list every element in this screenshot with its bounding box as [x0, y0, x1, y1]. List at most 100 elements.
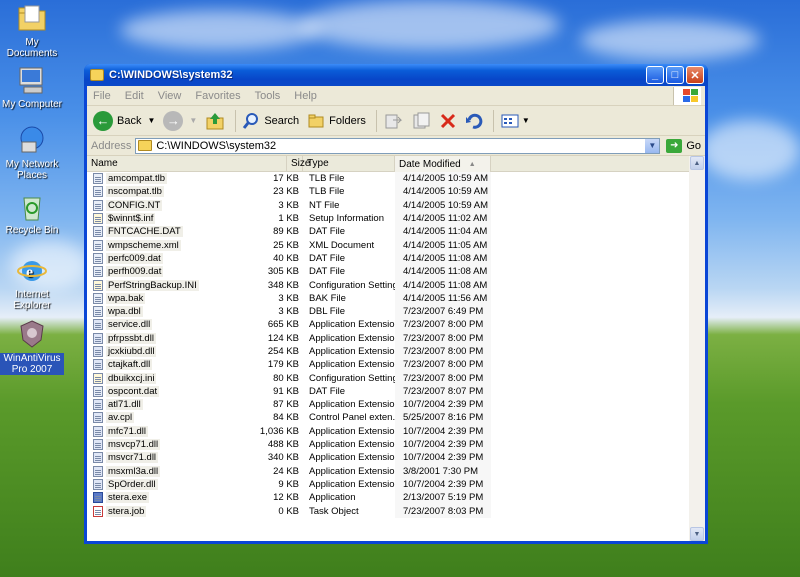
file-date: 7/23/2007 8:03 PM	[395, 504, 491, 518]
desktop-icon-recycle-bin[interactable]: Recycle Bin	[0, 190, 64, 236]
file-name-cell: jcxkiubd.dll	[87, 346, 219, 357]
file-dll-icon	[93, 399, 103, 411]
column-name[interactable]: Name	[87, 156, 287, 172]
file-row[interactable]: $winnt$.inf 1 KB Setup Information 4/14/200…	[87, 211, 689, 226]
desktop-icon-label: Recycle Bin	[5, 225, 59, 236]
desktop-icon-label: My Network Places	[5, 159, 59, 181]
file-row[interactable]: pfrpssbt.dll 124 KB Application Extension 7…	[87, 331, 689, 345]
file-row[interactable]: ospcont.dat 91 KB DAT File 7/23/2007 8:07 P…	[87, 384, 689, 399]
file-name: atl71.dll	[106, 399, 143, 411]
file-row[interactable]: av.cpl 84 KB Control Panel exten... 5/25/20…	[87, 411, 689, 425]
file-type: Configuration Settings	[309, 279, 395, 291]
menu-help[interactable]: Help	[294, 90, 317, 102]
chevron-down-icon: ▼	[521, 116, 530, 125]
file-row[interactable]: PerfStringBackup.INI 348 KB Configuration …	[87, 278, 689, 292]
folder-icon	[90, 69, 104, 81]
back-label: Back	[117, 114, 142, 127]
file-row[interactable]: wpa.dbl 3 KB DBL File 7/23/2007 6:49 PM	[87, 304, 689, 319]
file-date: 7/23/2007 8:00 PM	[395, 371, 491, 385]
file-doc-icon	[93, 186, 103, 198]
file-size: 84 KB	[273, 412, 299, 424]
folders-button[interactable]: Folders	[305, 109, 368, 133]
menu-bar: File Edit View Favorites Tools Help	[87, 86, 705, 106]
address-bar: Address C:\WINDOWS\system32 ▼ ➜ Go	[87, 136, 705, 156]
file-date: 10/7/2004 2:39 PM	[395, 437, 491, 452]
file-name-cell: atl71.dll	[87, 399, 219, 411]
file-dll-icon	[93, 319, 103, 331]
vertical-scrollbar[interactable]: ▲ ▼	[689, 156, 705, 541]
close-button[interactable]: ✕	[686, 66, 704, 84]
file-row[interactable]: service.dll 665 KB Application Extension 7/…	[87, 318, 689, 332]
file-row[interactable]: wmpscheme.xml 25 KB XML Document 4/14/2005 …	[87, 238, 689, 252]
file-row[interactable]: wpa.bak 3 KB BAK File 4/14/2005 11:56 AM	[87, 291, 689, 305]
file-row[interactable]: perfc009.dat 40 KB DAT File 4/14/2005 11:08…	[87, 251, 689, 266]
maximize-button[interactable]: □	[666, 66, 684, 84]
file-row[interactable]: msvcp71.dll 488 KB Application Extension 10…	[87, 437, 689, 452]
scroll-up-icon[interactable]: ▲	[690, 156, 704, 170]
file-row[interactable]: dbuikxcj.ini 80 KB Configuration Settings 7…	[87, 371, 689, 385]
go-button[interactable]: ➜ Go	[666, 138, 701, 153]
up-folder-button[interactable]	[203, 109, 227, 133]
file-row[interactable]: atl71.dll 87 KB Application Extension 10/7/…	[87, 398, 689, 412]
file-dll-icon	[93, 332, 103, 344]
file-row[interactable]: msxml3a.dll 24 KB Application Extension 3/8…	[87, 464, 689, 478]
file-row[interactable]: jcxkiubd.dll 254 KB Application Extension 7…	[87, 344, 689, 359]
delete-button[interactable]	[437, 109, 459, 133]
file-name: pfrpssbt.dll	[106, 332, 156, 344]
file-row[interactable]: msvcr71.dll 340 KB Application Extension 10…	[87, 451, 689, 465]
copy-to-button[interactable]	[409, 109, 433, 133]
column-header: Name Size Type Date Modified ▲	[87, 156, 689, 172]
file-name: $winnt$.inf	[106, 213, 156, 225]
menu-favorites[interactable]: Favorites	[195, 90, 240, 102]
file-name-cell: CONFIG.NT	[87, 199, 219, 211]
undo-button[interactable]	[463, 109, 485, 133]
chevron-down-icon[interactable]: ▼	[189, 116, 197, 125]
file-row[interactable]: ctajkaft.dll 179 KB Application Extension 7…	[87, 358, 689, 372]
file-row[interactable]: FNTCACHE.DAT 89 KB DAT File 4/14/2005 11:04…	[87, 225, 689, 239]
forward-button[interactable]: → ▼	[161, 109, 199, 133]
column-size[interactable]: Size	[287, 156, 310, 172]
file-type: Application Extension	[309, 332, 395, 344]
move-to-button[interactable]	[381, 109, 405, 133]
file-row[interactable]: stera.job 0 KB Task Object 7/23/2007 8:03 P…	[87, 504, 689, 518]
file-row[interactable]: stera.exe 12 KB Application 2/13/2007 5:19 …	[87, 491, 689, 505]
desktop-icon-my-computer[interactable]: My Computer	[0, 64, 64, 110]
file-row[interactable]: CONFIG.NT 3 KB NT File 4/14/2005 10:59 AM	[87, 198, 689, 212]
file-doc-icon	[93, 199, 103, 211]
file-name-cell: stera.job	[87, 505, 219, 517]
desktop-icon-internet-explorer[interactable]: e Internet Explorer	[0, 254, 64, 311]
file-doc-icon	[93, 239, 103, 251]
file-row[interactable]: mfc71.dll 1,036 KB Application Extension 10…	[87, 424, 689, 438]
scroll-down-icon[interactable]: ▼	[690, 527, 704, 541]
file-row[interactable]: perfh009.dat 305 KB DAT File 4/14/2005 11:0…	[87, 265, 689, 279]
column-date-modified[interactable]: Date Modified ▲	[395, 156, 491, 172]
chevron-down-icon[interactable]: ▼	[645, 138, 660, 153]
desktop-icon-my-documents[interactable]: My Documents	[0, 2, 64, 59]
file-size: 23 KB	[273, 186, 299, 198]
file-size: 87 KB	[273, 399, 299, 411]
menu-view[interactable]: View	[158, 90, 182, 102]
menu-file[interactable]: File	[93, 90, 111, 102]
internet-explorer-icon: e	[16, 254, 48, 286]
file-row[interactable]: SpOrder.dll 9 KB Application Extension 10/7…	[87, 477, 689, 492]
title-bar[interactable]: C:\WINDOWS\system32 _ □ ✕	[84, 64, 708, 86]
desktop-icon-winantivirus[interactable]: WinAntiVirus Pro 2007	[0, 318, 64, 375]
search-button[interactable]: Search	[240, 109, 301, 133]
computer-icon	[16, 64, 48, 96]
file-row[interactable]: nscompat.tlb 23 KB TLB File 4/14/2005 10:59…	[87, 185, 689, 199]
menu-tools[interactable]: Tools	[255, 90, 281, 102]
file-name-cell: SpOrder.dll	[87, 478, 219, 490]
desktop-icon-my-network-places[interactable]: My Network Places	[0, 124, 64, 181]
address-field[interactable]: C:\WINDOWS\system32 ▼	[135, 137, 661, 154]
file-dll-icon	[93, 478, 103, 490]
menu-edit[interactable]: Edit	[125, 90, 144, 102]
views-button[interactable]: ▼	[498, 109, 532, 133]
file-row[interactable]: amcompat.tlb 17 KB TLB File 4/14/2005 10:59…	[87, 172, 689, 186]
minimize-button[interactable]: _	[646, 66, 664, 84]
column-type[interactable]: Type	[303, 156, 395, 172]
file-type: Control Panel exten...	[309, 412, 395, 424]
back-button[interactable]: ← Back ▼	[91, 109, 157, 133]
file-date: 7/23/2007 8:00 PM	[395, 358, 491, 372]
file-app-icon	[93, 492, 103, 504]
chevron-down-icon[interactable]: ▼	[147, 116, 155, 125]
